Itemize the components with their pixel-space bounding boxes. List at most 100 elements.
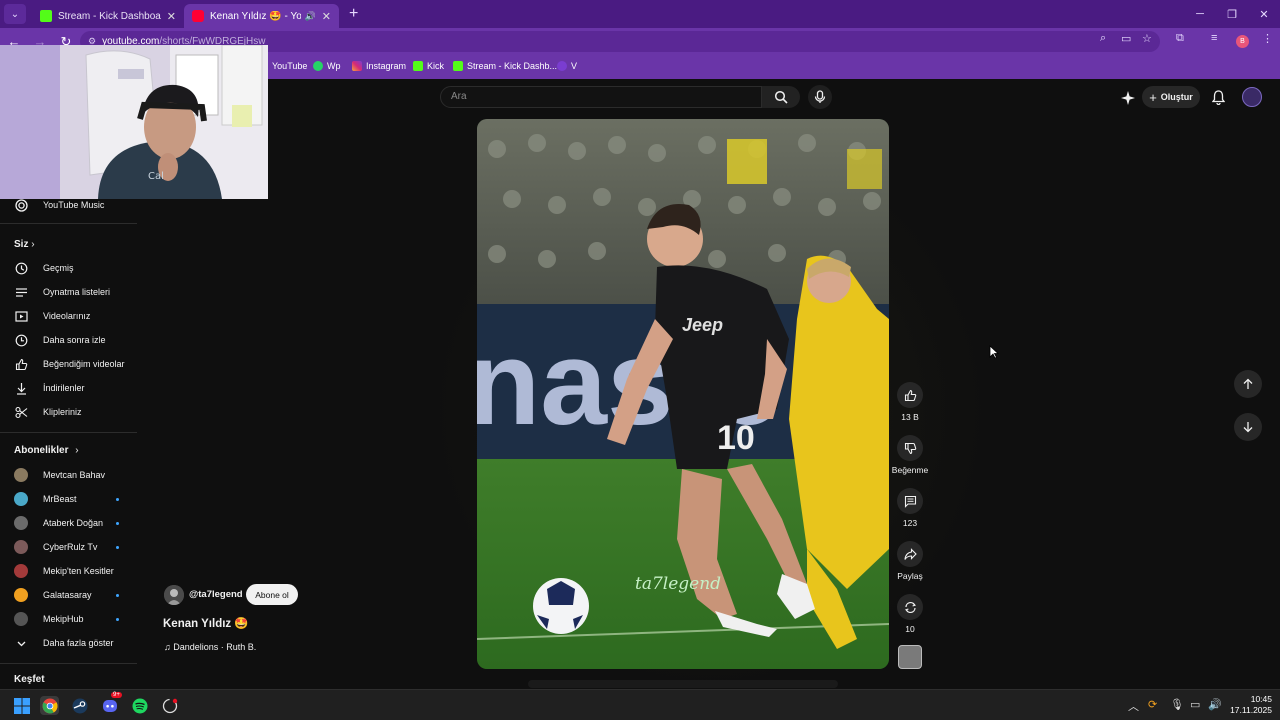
- close-tab-icon[interactable]: ✕: [322, 10, 331, 23]
- clock-app-icon: [162, 698, 177, 713]
- sidebar-subscription[interactable]: Ataberk Doğan: [0, 512, 137, 534]
- sidebar-subscription[interactable]: MekipHub: [0, 608, 137, 630]
- tray-sync-icon[interactable]: ⟳: [1148, 698, 1157, 711]
- channel-handle[interactable]: @ta7legend: [189, 589, 243, 600]
- sidebar-item-label: Videolarınız: [43, 311, 91, 321]
- tray-network-icon[interactable]: ▭: [1190, 698, 1200, 711]
- spotify-icon: [132, 698, 147, 713]
- channel-name: MekipHub: [43, 614, 84, 624]
- youtube-icon: [192, 10, 204, 22]
- bookmark-youtube[interactable]: YouTube: [272, 61, 307, 71]
- dislike-action[interactable]: Beğenme: [890, 435, 930, 475]
- section-heading: Siz: [14, 239, 29, 250]
- sidebar-item-youtube-music[interactable]: YouTube Music: [0, 194, 137, 216]
- previous-short-button[interactable]: [1234, 370, 1262, 398]
- tray-overflow-icon[interactable]: ︿: [1128, 698, 1139, 714]
- tab-search-menu-button[interactable]: ⌄: [4, 4, 26, 24]
- subscribe-button[interactable]: Abone ol: [246, 584, 298, 605]
- media-control-icon[interactable]: ≡: [1211, 32, 1217, 44]
- restore-button[interactable]: ❐: [1216, 0, 1248, 28]
- account-avatar[interactable]: [1242, 87, 1262, 107]
- bookmark-instagram[interactable]: Instagram: [352, 61, 406, 71]
- bookmark-kick[interactable]: Kick: [413, 61, 444, 71]
- chevron-down-icon: [14, 636, 28, 650]
- search-button[interactable]: [762, 86, 800, 108]
- next-short-button[interactable]: [1234, 413, 1262, 441]
- sidebar-section-subscriptions[interactable]: Abonelikler ›: [14, 445, 79, 456]
- short-music[interactable]: ♫ Dandelions · Ruth B.: [164, 642, 256, 652]
- zoom-icon[interactable]: ⌕: [1100, 32, 1106, 45]
- like-button[interactable]: [897, 382, 923, 408]
- video-progress-bar[interactable]: [528, 680, 838, 688]
- sound-thumbnail[interactable]: [898, 645, 922, 669]
- download-icon: [14, 381, 28, 395]
- voice-search-button[interactable]: [808, 85, 832, 109]
- shorts-video-player[interactable]: nastc 10 Jeep ta7legend: [477, 119, 889, 669]
- channel-avatar[interactable]: [164, 585, 184, 605]
- channel-avatar: [14, 564, 28, 578]
- short-title[interactable]: Kenan Yıldız 🤩: [163, 616, 249, 630]
- sidebar-item-liked-videos[interactable]: Beğendiğim videolar: [0, 353, 137, 375]
- sidebar-section-you[interactable]: Siz ›: [14, 239, 35, 250]
- instagram-icon: [352, 61, 362, 71]
- minimize-button[interactable]: ─: [1184, 0, 1216, 28]
- sidebar-divider: [0, 432, 137, 433]
- windows-start-button[interactable]: [12, 696, 31, 715]
- sidebar: YouTube Music Siz › Geçmiş Oynatma liste…: [0, 198, 137, 689]
- sidebar-show-more[interactable]: Daha fazla göster: [0, 632, 137, 654]
- windows-taskbar: 9+ ︿ ⟳ 🎙 ▭ 🔊 10:45 17.11.2025: [0, 689, 1280, 720]
- create-button[interactable]: + Oluştur: [1142, 86, 1200, 108]
- taskbar-discord[interactable]: 9+: [100, 692, 122, 715]
- discord-icon: [102, 699, 117, 712]
- remix-button[interactable]: [897, 594, 923, 620]
- comments-button[interactable]: [897, 488, 923, 514]
- gemini-sparkle-icon[interactable]: [1120, 90, 1135, 105]
- sidebar-subscription[interactable]: Galatasaray: [0, 584, 137, 606]
- extensions-icon[interactable]: ⧉: [1176, 32, 1184, 45]
- sidebar-item-downloads[interactable]: İndirilenler: [0, 377, 137, 399]
- speaker-icon[interactable]: 🔊: [305, 11, 316, 22]
- sidebar-item-history[interactable]: Geçmiş: [0, 257, 137, 279]
- taskbar-app[interactable]: [160, 696, 179, 715]
- sidebar-item-playlists[interactable]: Oynatma listeleri: [0, 281, 137, 303]
- tab-kick-dashboard[interactable]: Stream - Kick Dashboard ✕: [32, 4, 184, 28]
- taskbar-spotify[interactable]: [130, 696, 149, 715]
- channel-name: Ataberk Doğan: [43, 518, 104, 528]
- dislike-button[interactable]: [897, 435, 923, 461]
- profile-avatar[interactable]: B: [1236, 35, 1249, 48]
- tray-volume-icon[interactable]: 🔊: [1208, 698, 1222, 711]
- close-tab-icon[interactable]: ✕: [167, 10, 176, 23]
- close-window-button[interactable]: ✕: [1248, 0, 1280, 28]
- sidebar-item-your-videos[interactable]: Videolarınız: [0, 305, 137, 327]
- bookmark-star-icon[interactable]: ☆: [1142, 32, 1152, 45]
- new-content-dot: [116, 594, 119, 597]
- bookmark-whatsapp[interactable]: Wp: [313, 61, 341, 71]
- sidebar-subscription[interactable]: MrBeast: [0, 488, 137, 510]
- scissors-icon: [14, 405, 28, 419]
- cast-icon[interactable]: ▭: [1121, 32, 1131, 45]
- taskbar-steam[interactable]: [70, 696, 89, 715]
- browser-menu-icon[interactable]: ⋮: [1262, 32, 1273, 45]
- sidebar-subscription[interactable]: Mekip'ten Kesitler: [0, 560, 137, 582]
- bookmark-kick-dashboard[interactable]: Stream - Kick Dashb...: [453, 61, 557, 71]
- share-action[interactable]: Paylaş: [890, 541, 930, 581]
- comments-action[interactable]: 123: [890, 488, 930, 528]
- sidebar-item-clips[interactable]: Klipleriniz: [0, 401, 137, 423]
- thumbs-up-icon: [904, 389, 916, 401]
- like-action[interactable]: 13 B: [890, 382, 930, 422]
- remix-count: 10: [905, 624, 915, 634]
- sidebar-subscription[interactable]: CyberRulz Tv: [0, 536, 137, 558]
- tab-youtube-short[interactable]: Kenan Yıldız 🤩 - YouTube 🔊 ✕: [184, 4, 339, 28]
- search-input[interactable]: Ara: [440, 86, 762, 108]
- tray-microphone-icon[interactable]: 🎙: [1170, 698, 1184, 711]
- remix-action[interactable]: 10: [890, 594, 930, 634]
- notifications-bell-icon[interactable]: [1210, 89, 1226, 105]
- sidebar-subscription[interactable]: Mevtcan Bahav: [0, 464, 137, 486]
- kick-icon: [40, 10, 52, 22]
- bookmark-v[interactable]: V: [557, 61, 577, 71]
- sidebar-item-watch-later[interactable]: Daha sonra izle: [0, 329, 137, 351]
- taskbar-clock[interactable]: 10:45 17.11.2025: [1228, 694, 1272, 716]
- share-button[interactable]: [897, 541, 923, 567]
- new-tab-button[interactable]: +: [349, 5, 358, 23]
- taskbar-chrome[interactable]: [40, 696, 59, 715]
